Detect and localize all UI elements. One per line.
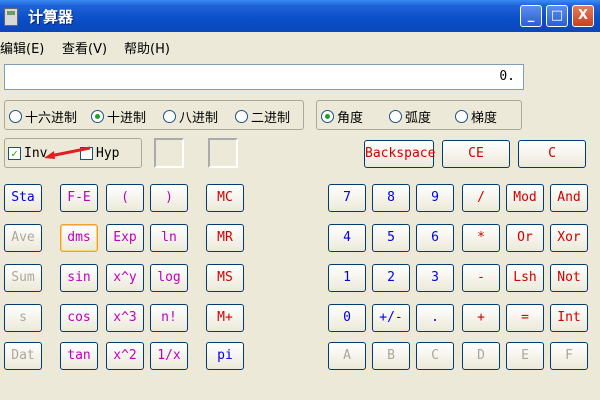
radio-oct-label: 八进制: [179, 111, 219, 126]
radio-grad-label: 梯度: [471, 111, 498, 126]
factorial-button[interactable]: n!: [150, 304, 188, 332]
radio-deg-label: 角度: [337, 111, 364, 126]
maximize-button[interactable]: □: [546, 5, 568, 27]
pi-button[interactable]: pi: [206, 342, 244, 370]
radio-oct[interactable]: 八进制: [163, 107, 218, 126]
digit-6-button[interactable]: 6: [416, 224, 454, 252]
add-button[interactable]: +: [462, 304, 500, 332]
digit-3-button[interactable]: 3: [416, 264, 454, 292]
not-button[interactable]: Not: [550, 264, 588, 292]
menu-edit[interactable]: 编辑(E): [0, 38, 44, 57]
radio-dec[interactable]: 十进制: [91, 107, 146, 126]
xor-button[interactable]: Xor: [550, 224, 588, 252]
digit-4-button[interactable]: 4: [328, 224, 366, 252]
c-button[interactable]: C: [518, 140, 586, 168]
ave-button[interactable]: Ave: [4, 224, 42, 252]
digit-9-button[interactable]: 9: [416, 184, 454, 212]
menu-bar: 编辑(E) 查看(V) 帮助(H): [0, 34, 600, 57]
exp-button[interactable]: Exp: [106, 224, 144, 252]
radio-dec-dot[interactable]: [91, 110, 104, 123]
hex-a-button[interactable]: A: [328, 342, 366, 370]
equals-button[interactable]: =: [506, 304, 544, 332]
log-button[interactable]: log: [150, 264, 188, 292]
cos-button[interactable]: cos: [60, 304, 98, 332]
sin-button[interactable]: sin: [60, 264, 98, 292]
radio-bin-dot[interactable]: [235, 110, 248, 123]
x-cube-button[interactable]: x^3: [106, 304, 144, 332]
menu-view[interactable]: 查看(V): [62, 38, 107, 57]
digit-8-button[interactable]: 8: [372, 184, 410, 212]
radio-rad[interactable]: 弧度: [389, 107, 431, 126]
radio-deg[interactable]: 角度: [321, 107, 363, 126]
hyp-label: Hyp: [96, 146, 120, 161]
hex-e-button[interactable]: E: [506, 342, 544, 370]
radio-dec-label: 十进制: [107, 111, 147, 126]
inv-check-icon[interactable]: ✓: [8, 147, 21, 160]
result-display: 0.: [4, 64, 524, 90]
radio-bin-label: 二进制: [251, 111, 291, 126]
m-plus-button[interactable]: M+: [206, 304, 244, 332]
hex-c-button[interactable]: C: [416, 342, 454, 370]
number-base-group: 十六进制 十进制 八进制 二进制: [4, 100, 304, 130]
digit-7-button[interactable]: 7: [328, 184, 366, 212]
decimal-button[interactable]: .: [416, 304, 454, 332]
minimize-button[interactable]: _: [520, 5, 542, 27]
s-button[interactable]: s: [4, 304, 42, 332]
sta-button[interactable]: Sta: [4, 184, 42, 212]
and-button[interactable]: And: [550, 184, 588, 212]
window-title: 计算器: [28, 8, 74, 26]
hex-f-button[interactable]: F: [550, 342, 588, 370]
digit-5-button[interactable]: 5: [372, 224, 410, 252]
ln-button[interactable]: ln: [150, 224, 188, 252]
digit-1-button[interactable]: 1: [328, 264, 366, 292]
radio-hex-label: 十六进制: [25, 111, 78, 126]
hex-b-button[interactable]: B: [372, 342, 410, 370]
calculator-icon: [4, 8, 18, 26]
divide-button[interactable]: /: [462, 184, 500, 212]
hex-d-button[interactable]: D: [462, 342, 500, 370]
annotation-arrow-icon: [44, 146, 91, 159]
x-square-button[interactable]: x^2: [106, 342, 144, 370]
title-bar: 计算器 _ □ X: [0, 0, 600, 32]
ms-button[interactable]: MS: [206, 264, 244, 292]
dat-button[interactable]: Dat: [4, 342, 42, 370]
backspace-button[interactable]: Backspace: [364, 140, 435, 168]
radio-grad-dot[interactable]: [455, 110, 468, 123]
right-paren-button[interactable]: ): [150, 184, 188, 212]
angle-unit-group: 角度 弧度 梯度: [316, 100, 522, 130]
multiply-button[interactable]: *: [462, 224, 500, 252]
dms-button[interactable]: dms: [60, 224, 98, 252]
or-button[interactable]: Or: [506, 224, 544, 252]
radio-rad-label: 弧度: [405, 111, 432, 126]
radio-rad-dot[interactable]: [389, 110, 402, 123]
fe-button[interactable]: F-E: [60, 184, 98, 212]
mc-button[interactable]: MC: [206, 184, 244, 212]
close-button[interactable]: X: [572, 5, 594, 27]
sign-button[interactable]: +/-: [372, 304, 410, 332]
ce-button[interactable]: CE: [442, 140, 510, 168]
lsh-button[interactable]: Lsh: [506, 264, 544, 292]
digit-0-button[interactable]: 0: [328, 304, 366, 332]
reciprocal-button[interactable]: 1/x: [150, 342, 188, 370]
radio-oct-dot[interactable]: [163, 110, 176, 123]
memory-indicator: [208, 138, 238, 168]
radio-deg-dot[interactable]: [321, 110, 334, 123]
sum-button[interactable]: Sum: [4, 264, 42, 292]
radio-bin[interactable]: 二进制: [235, 107, 290, 126]
digit-2-button[interactable]: 2: [372, 264, 410, 292]
radio-grad[interactable]: 梯度: [455, 107, 497, 126]
x-pow-y-button[interactable]: x^y: [106, 264, 144, 292]
menu-help[interactable]: 帮助(H): [124, 38, 170, 57]
left-paren-button[interactable]: (: [106, 184, 144, 212]
tan-button[interactable]: tan: [60, 342, 98, 370]
mr-button[interactable]: MR: [206, 224, 244, 252]
mod-button[interactable]: Mod: [506, 184, 544, 212]
int-button[interactable]: Int: [550, 304, 588, 332]
radio-hex-dot[interactable]: [9, 110, 22, 123]
subtract-button[interactable]: -: [462, 264, 500, 292]
parenthesis-indicator: [154, 138, 184, 168]
radio-hex[interactable]: 十六进制: [9, 107, 77, 126]
